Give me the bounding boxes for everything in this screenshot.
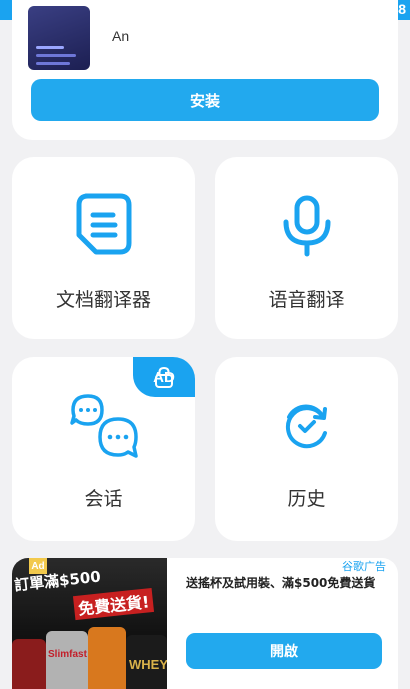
ad-banner[interactable]: 訂單滿$500 免費送貨! Slimfast WHEY Ad 谷歌广告 送搖杯及…: [12, 558, 398, 689]
voice-translation-label: 语音翻译: [268, 289, 345, 311]
chat-bubbles-icon: [70, 394, 138, 458]
document-translator-tile[interactable]: 文档翻译器: [12, 157, 195, 339]
app-author: An: [112, 28, 130, 44]
install-button[interactable]: 安装: [31, 79, 379, 121]
ad-image[interactable]: 訂單滿$500 免費送貨! Slimfast WHEY: [12, 558, 167, 689]
history-icon: [285, 404, 327, 449]
promo-app-card: An 安装: [12, 0, 398, 140]
ad-image-text-2: 免費送貨!: [72, 587, 155, 621]
product-tub: [88, 627, 126, 689]
document-icon: [76, 193, 132, 255]
ad-open-button[interactable]: 開啟: [186, 633, 382, 669]
ad-provider: 谷歌广告: [342, 560, 386, 573]
history-label: 历史: [287, 488, 326, 510]
history-tile[interactable]: 历史: [215, 357, 398, 541]
document-translator-label: 文档翻译器: [55, 289, 151, 311]
lock-icon: [155, 366, 173, 388]
ad-title: 送搖杯及試用裝、滿$500免費送貨: [186, 576, 376, 590]
conversation-tile[interactable]: AD 会话: [12, 357, 195, 541]
conversation-label: 会话: [84, 488, 123, 510]
ad-badge: AD: [133, 357, 195, 397]
product-tub: WHEY: [126, 635, 167, 689]
microphone-icon: [283, 195, 331, 257]
ad-corner-tag: Ad: [29, 558, 47, 574]
product-label-2: Slimfast: [48, 649, 87, 660]
product-tub: [12, 639, 46, 689]
voice-translation-tile[interactable]: 语音翻译: [215, 157, 398, 339]
product-label: WHEY: [129, 657, 167, 672]
ad-image-text-1: 訂單滿$500: [13, 567, 102, 595]
app-thumbnail[interactable]: [28, 6, 90, 70]
product-tub: Slimfast: [46, 631, 88, 689]
